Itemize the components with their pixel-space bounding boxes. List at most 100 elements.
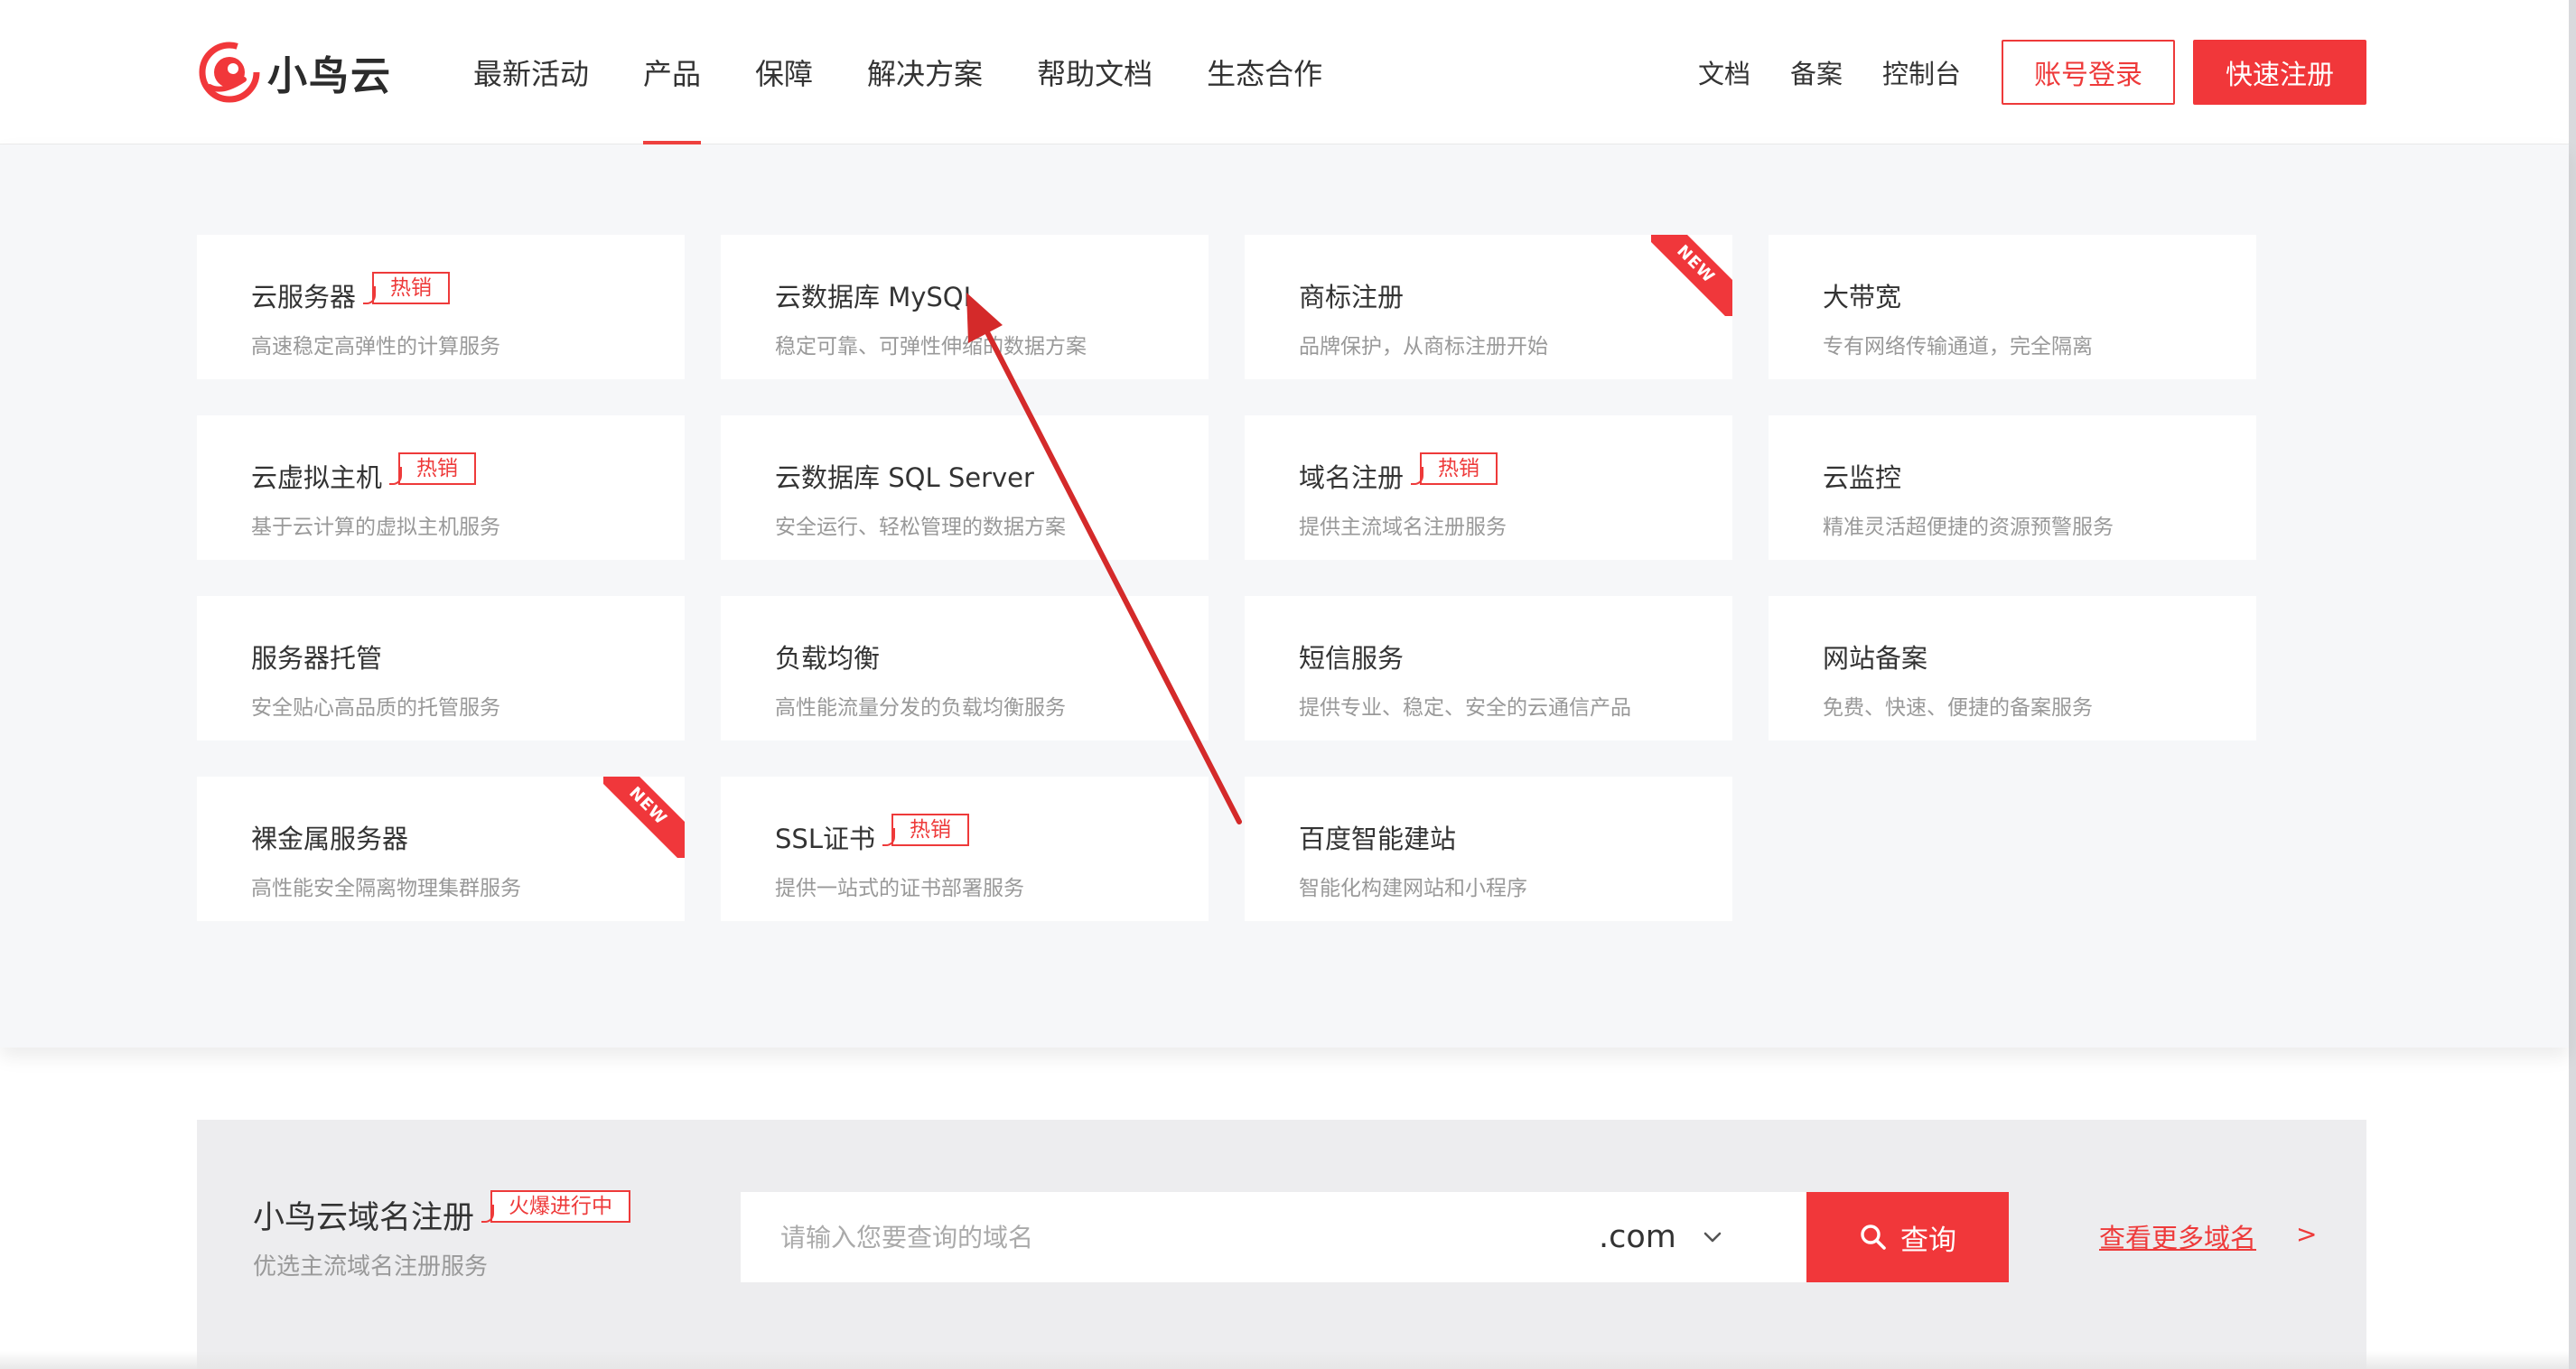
product-description: 专有网络传输通道，完全隔离 — [1823, 335, 2093, 359]
product-title-text: SSL证书 — [775, 824, 875, 854]
product-title-text: 负载均衡 — [775, 643, 881, 674]
header-utility-links: 文档 备案 控制台 — [1698, 0, 2001, 144]
product-description: 智能化构建网站和小程序 — [1299, 877, 1527, 900]
domain-search-button[interactable]: 查询 — [1806, 1192, 2009, 1282]
product-description: 提供专业、稳定、安全的云通信产品 — [1299, 696, 1631, 720]
product-title: 云监控 — [1823, 457, 1901, 495]
product-card[interactable]: 云监控精准灵活超便捷的资源预警服务 — [1769, 415, 2256, 560]
product-title: 云服务器 热销 — [251, 272, 451, 314]
hot-badge: 热销 — [882, 814, 969, 846]
product-title-text: 云数据库 SQL Server — [775, 462, 1034, 493]
product-card[interactable]: 云数据库 MySQL 稳定可靠、可弹性伸缩的数据方案 — [721, 235, 1209, 379]
nav-label: 最新活动 — [473, 57, 590, 91]
hot-badge: 热销 — [1411, 452, 1498, 485]
domain-section-title: 小鸟云域名注册 火爆进行中 — [253, 1189, 631, 1238]
nav-label: 产品 — [643, 57, 702, 91]
chevron-down-icon — [1703, 1232, 1722, 1243]
more-domains-arrow[interactable]: > — [2296, 1219, 2317, 1249]
product-title: 裸金属服务器 — [251, 818, 408, 856]
product-description: 精准灵活超便捷的资源预警服务 — [1823, 516, 2114, 539]
new-ribbon-label: NEW — [603, 777, 685, 858]
product-title-text: 服务器托管 — [251, 643, 383, 674]
product-title: 云数据库 MySQL — [775, 276, 978, 314]
product-title: 大带宽 — [1823, 276, 1901, 314]
nav-item-help-docs[interactable]: 帮助文档 — [1037, 0, 1153, 144]
product-card[interactable]: 裸金属服务器高性能安全隔离物理集群服务 NEW — [197, 777, 685, 921]
product-title-text: 百度智能建站 — [1299, 824, 1457, 854]
product-title: 域名注册 热销 — [1299, 452, 1498, 495]
product-card[interactable]: 大带宽专有网络传输通道，完全隔离 — [1769, 235, 2256, 379]
domain-registration-section: 小鸟云域名注册 火爆进行中 优选主流域名注册服务 .com 查询 查看更多域名 … — [197, 1120, 2366, 1369]
search-icon — [1861, 1225, 1886, 1250]
hot-badge: 火爆进行中 — [481, 1189, 631, 1223]
hot-badge: 热销 — [389, 452, 477, 485]
product-card[interactable]: 云数据库 SQL Server 安全运行、轻松管理的数据方案 — [721, 415, 1209, 560]
product-card[interactable]: 域名注册 热销提供主流域名注册服务 — [1245, 415, 1732, 560]
site-header: 小鸟云 最新活动 产品 保障 解决方案 帮助文档 生态合作 文档 备案 控制台 … — [0, 0, 2569, 144]
product-title-text: 域名注册 — [1299, 462, 1405, 493]
product-title-text: 云监控 — [1823, 462, 1902, 493]
product-title: 网站备案 — [1823, 638, 1927, 675]
product-card[interactable]: 商标注册品牌保护，从商标注册开始 NEW — [1245, 235, 1732, 379]
product-description: 高性能流量分发的负载均衡服务 — [775, 696, 1066, 720]
new-ribbon: NEW — [603, 777, 685, 858]
product-card[interactable]: 云服务器 热销高速稳定高弹性的计算服务 — [197, 235, 685, 379]
product-title: 云数据库 SQL Server — [775, 457, 1034, 495]
docs-link[interactable]: 文档 — [1698, 53, 1750, 91]
console-link[interactable]: 控制台 — [1882, 53, 1961, 91]
hot-badge: 热销 — [363, 272, 451, 304]
product-title: 百度智能建站 — [1299, 818, 1456, 856]
domain-search-input[interactable] — [741, 1192, 1554, 1282]
bottom-shade — [0, 1351, 2569, 1369]
domain-section-subtitle: 优选主流域名注册服务 — [253, 1253, 489, 1281]
product-title: 服务器托管 — [251, 638, 382, 675]
product-title: SSL证书 热销 — [775, 814, 969, 856]
suffix-value: .com — [1599, 1219, 1676, 1255]
brand-name: 小鸟云 — [267, 53, 392, 99]
product-description: 高性能安全隔离物理集群服务 — [251, 877, 521, 900]
filing-link[interactable]: 备案 — [1790, 53, 1843, 91]
nav-label: 帮助文档 — [1037, 57, 1153, 91]
product-description: 高速稳定高弹性的计算服务 — [251, 335, 500, 359]
product-title: 短信服务 — [1299, 638, 1404, 675]
more-domains-link[interactable]: 查看更多域名 — [2099, 1217, 2256, 1255]
product-card[interactable]: 短信服务提供专业、稳定、安全的云通信产品 — [1245, 596, 1732, 740]
nav-item-solutions[interactable]: 解决方案 — [867, 0, 983, 144]
product-title-text: 商标注册 — [1299, 282, 1405, 312]
domain-title-text: 小鸟云域名注册 — [253, 1200, 475, 1236]
product-description: 提供主流域名注册服务 — [1299, 516, 1507, 539]
product-card[interactable]: 服务器托管安全贴心高品质的托管服务 — [197, 596, 685, 740]
domain-search-box: .com — [741, 1192, 1806, 1282]
product-title-text: 裸金属服务器 — [251, 824, 409, 854]
product-description: 稳定可靠、可弹性伸缩的数据方案 — [775, 335, 1087, 359]
nav-item-products[interactable]: 产品 — [643, 0, 702, 144]
nav-item-guarantee[interactable]: 保障 — [755, 0, 813, 144]
login-button[interactable]: 账号登录 — [2002, 40, 2175, 105]
nav-item-ecosystem[interactable]: 生态合作 — [1207, 0, 1322, 144]
new-ribbon: NEW — [1651, 235, 1732, 316]
product-title-text: 短信服务 — [1299, 643, 1405, 674]
search-button-label: 查询 — [1900, 1224, 1956, 1257]
product-description: 提供一站式的证书部署服务 — [775, 877, 1024, 900]
brand-logo[interactable]: 小鸟云 — [197, 38, 392, 107]
product-title: 云虚拟主机 热销 — [251, 452, 477, 495]
product-card[interactable]: 云虚拟主机 热销基于云计算的虚拟主机服务 — [197, 415, 685, 560]
product-card[interactable]: 负载均衡高性能流量分发的负载均衡服务 — [721, 596, 1209, 740]
product-title-text: 云虚拟主机 — [251, 462, 383, 493]
product-card[interactable]: 百度智能建站智能化构建网站和小程序 — [1245, 777, 1732, 921]
product-title: 商标注册 — [1299, 276, 1404, 314]
nav-item-activities[interactable]: 最新活动 — [473, 0, 589, 144]
product-description: 安全运行、轻松管理的数据方案 — [775, 516, 1066, 539]
nav-label: 生态合作 — [1207, 57, 1323, 91]
product-card[interactable]: SSL证书 热销提供一站式的证书部署服务 — [721, 777, 1209, 921]
product-card[interactable]: 网站备案 免费、快速、便捷的备案服务 — [1769, 596, 2256, 740]
product-description: 安全贴心高品质的托管服务 — [251, 696, 500, 720]
domain-suffix-select[interactable]: .com — [1599, 1192, 1723, 1282]
product-description: 基于云计算的虚拟主机服务 — [251, 516, 500, 539]
product-title: 负载均衡 — [775, 638, 880, 675]
product-description: 品牌保护，从商标注册开始 — [1299, 335, 1548, 359]
product-title-text: 云数据库 MySQL — [775, 282, 978, 312]
product-title-text: 网站备案 — [1823, 643, 1928, 674]
register-button[interactable]: 快速注册 — [2193, 40, 2366, 105]
nav-label: 保障 — [755, 57, 814, 91]
